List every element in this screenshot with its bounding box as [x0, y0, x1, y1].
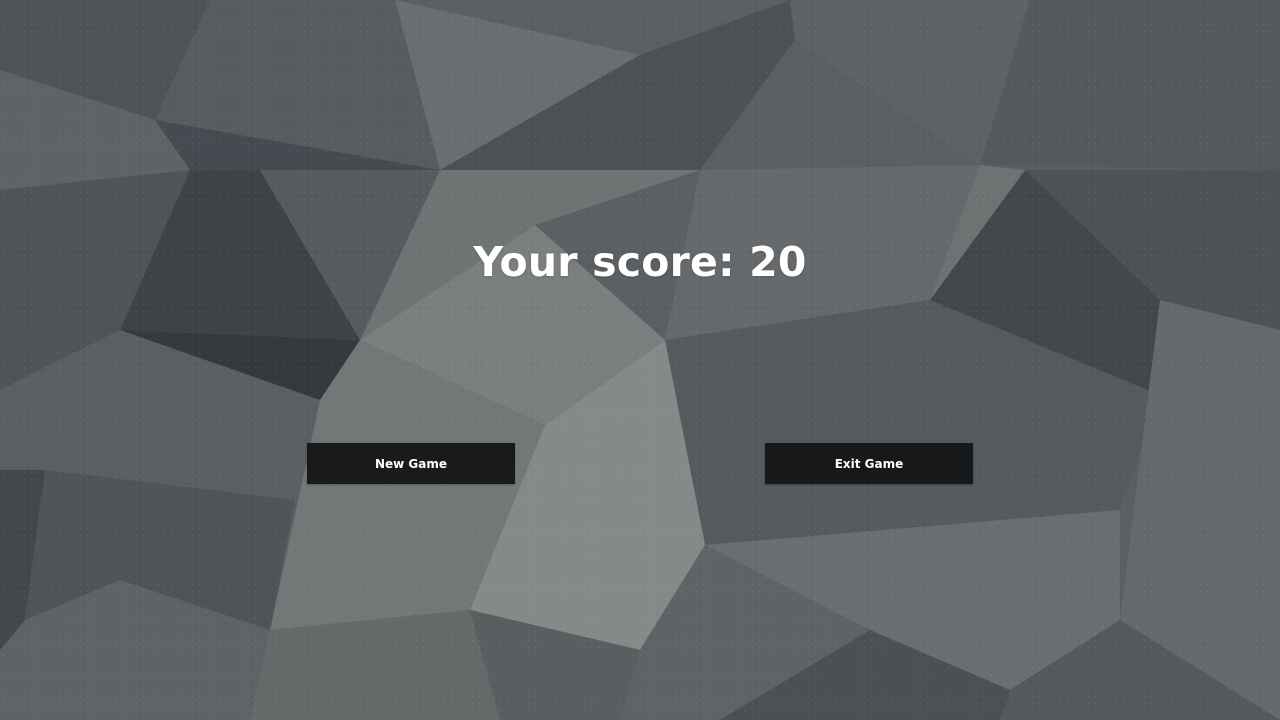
score-title: Your score: 20 — [473, 238, 807, 286]
polygon-background — [0, 0, 1280, 720]
exit-game-button[interactable]: Exit Game — [765, 443, 973, 484]
game-over-screen: Your score: 20 New Game Exit Game — [0, 0, 1280, 720]
new-game-button[interactable]: New Game — [307, 443, 515, 484]
